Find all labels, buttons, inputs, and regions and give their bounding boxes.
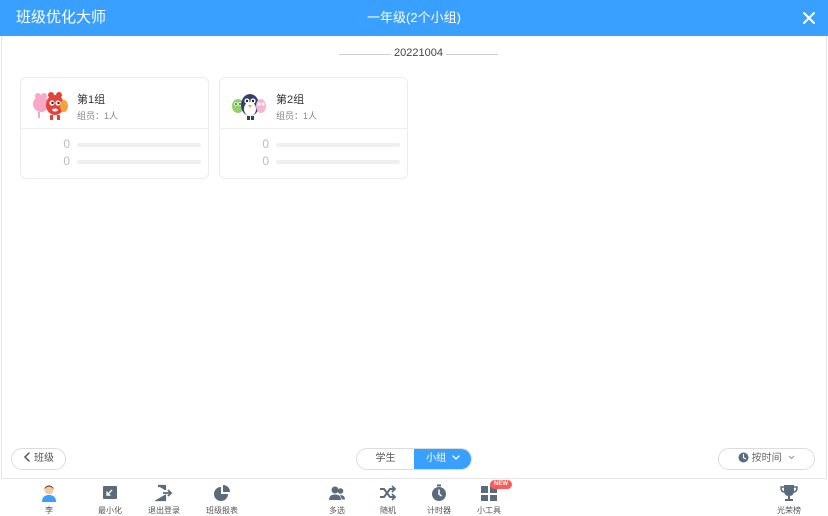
stat-bar	[276, 160, 400, 164]
new-badge: NEW	[490, 480, 512, 489]
pie-chart-icon	[214, 485, 230, 501]
group-card-header: 第1组 组员：1人	[21, 78, 208, 129]
logout-button[interactable]: 退出登录	[141, 480, 187, 516]
sort-label: 按时间	[751, 453, 782, 464]
stat-bar	[77, 160, 201, 164]
date-label: 20221004	[394, 47, 443, 59]
class-report-label: 班级报表	[206, 506, 238, 515]
multi-select-label: 多选	[329, 506, 345, 515]
honor-board-button[interactable]: 光荣榜	[766, 480, 812, 516]
honor-board-label: 光荣榜	[777, 506, 801, 515]
trophy-icon	[780, 485, 798, 501]
date-header: 20221004	[0, 46, 828, 62]
teacher-avatar-icon	[42, 485, 56, 502]
stat-bar	[276, 143, 400, 147]
minimize-label: 最小化	[98, 506, 122, 515]
group-member-count: 组员：1人	[77, 111, 119, 121]
monster-avatar-icon	[232, 94, 266, 120]
group-stat-row: 0	[21, 137, 208, 151]
minimize-icon	[103, 486, 117, 499]
clock-icon	[738, 452, 749, 463]
chevron-down-icon	[789, 455, 795, 460]
group-stat-row: 0	[220, 154, 407, 168]
tab-student[interactable]: 学生	[357, 449, 414, 469]
stat-value: 0	[262, 137, 269, 151]
divider	[339, 54, 391, 55]
user-label: 李	[45, 506, 53, 515]
logout-icon	[155, 484, 173, 502]
tools-label: 小工具	[477, 506, 501, 515]
minimize-button[interactable]: 最小化	[87, 480, 133, 516]
tab-group[interactable]: 小组	[414, 449, 471, 469]
shuffle-icon	[380, 485, 397, 501]
users-icon	[329, 486, 345, 500]
group-card[interactable]: 第2组 组员：1人 0 0	[219, 77, 408, 179]
back-to-class-button[interactable]: 班级	[11, 448, 66, 470]
group-stat-row: 0	[21, 154, 208, 168]
divider	[446, 54, 498, 55]
title-bar: 班级优化大师 一年级(2个小组)	[0, 0, 828, 36]
random-button[interactable]: 随机	[365, 480, 411, 516]
group-member-count: 组员：1人	[276, 111, 318, 121]
random-label: 随机	[380, 506, 396, 515]
group-card-header: 第2组 组员：1人	[220, 78, 407, 129]
user-profile-button[interactable]: 李	[26, 480, 72, 516]
close-icon[interactable]	[800, 9, 818, 27]
monster-avatar-icon	[33, 92, 68, 120]
group-name: 第1组	[77, 94, 106, 106]
class-report-button[interactable]: 班级报表	[199, 480, 245, 516]
multi-select-button[interactable]: 多选	[314, 480, 360, 516]
stat-value: 0	[63, 154, 70, 168]
tools-button[interactable]: NEW 小工具	[466, 480, 512, 516]
chevron-down-icon	[452, 455, 460, 460]
chevron-left-icon	[23, 452, 30, 462]
back-label: 班级	[34, 453, 54, 464]
tab-group-label: 小组	[426, 453, 447, 464]
sort-by-time-button[interactable]: 按时间	[718, 448, 815, 470]
timer-button[interactable]: 计时器	[416, 480, 462, 516]
logout-label: 退出登录	[148, 506, 180, 515]
group-stat-row: 0	[220, 137, 407, 151]
stat-value: 0	[63, 137, 70, 151]
window-title: 一年级(2个小组)	[367, 10, 461, 25]
stat-bar	[77, 143, 201, 147]
view-toggle: 学生 小组	[356, 448, 472, 470]
stopwatch-icon	[432, 484, 446, 501]
group-card[interactable]: 第1组 组员：1人 0 0	[20, 77, 209, 179]
group-name: 第2组	[276, 94, 305, 106]
stat-value: 0	[262, 154, 269, 168]
